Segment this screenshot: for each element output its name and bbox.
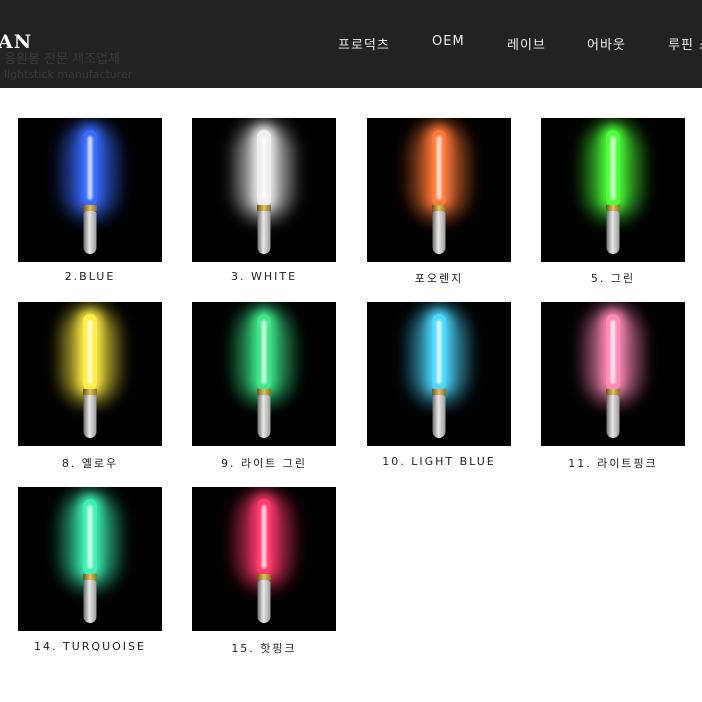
product-caption[interactable]: 5. 그린 — [528, 270, 698, 286]
top-navigation-bar: AN 응원봉 전문 제조업체 lightstick manufacturer 프… — [0, 0, 702, 88]
product-caption[interactable]: 3. WHITE — [179, 270, 349, 283]
product-image[interactable] — [192, 118, 336, 262]
product-image[interactable] — [18, 487, 162, 631]
product-caption[interactable]: 14. TURQUOISE — [5, 640, 175, 653]
lightstick-core — [261, 320, 267, 384]
faded-subtitle: lightstick manufacturer — [4, 68, 133, 81]
product-image[interactable] — [541, 302, 685, 446]
lightstick-handle — [432, 211, 446, 254]
lightstick-handle — [606, 211, 620, 254]
product-image[interactable] — [192, 487, 336, 631]
lightstick-handle — [257, 211, 271, 254]
lightstick-core — [87, 320, 93, 384]
lightstick-handle — [83, 395, 97, 438]
lightstick-core — [261, 136, 267, 200]
product-image[interactable] — [367, 302, 511, 446]
lightstick-core — [87, 505, 93, 569]
product-caption[interactable]: 9. 라이트 그린 — [179, 455, 349, 471]
lightstick-handle — [606, 395, 620, 438]
product-image[interactable] — [541, 118, 685, 262]
lightstick-handle — [257, 395, 271, 438]
product-caption[interactable]: 8. 옐로우 — [5, 455, 175, 471]
lightstick-core — [610, 320, 616, 384]
product-image[interactable] — [192, 302, 336, 446]
nav-rave[interactable]: 레이브 — [507, 34, 546, 53]
nav-oem[interactable]: OEM — [432, 34, 465, 49]
lightstick-core — [610, 136, 616, 200]
nav-lupin[interactable]: 루핀 스 — [668, 34, 702, 53]
lightstick-handle — [257, 580, 271, 623]
lightstick-handle — [432, 395, 446, 438]
product-caption[interactable]: 2.BLUE — [5, 270, 175, 283]
lightstick-handle — [83, 580, 97, 623]
product-image[interactable] — [367, 118, 511, 262]
product-caption[interactable]: 15. 핫핑크 — [179, 640, 349, 656]
product-image[interactable] — [18, 118, 162, 262]
product-caption[interactable]: 포오렌지 — [354, 270, 524, 286]
product-caption[interactable]: 11. 라이트핑크 — [528, 455, 698, 471]
lightstick-handle — [83, 211, 97, 254]
nav-about[interactable]: 어바웃 — [587, 34, 626, 53]
lightstick-core — [436, 320, 442, 384]
lightstick-core — [87, 136, 93, 200]
product-image[interactable] — [18, 302, 162, 446]
lightstick-core — [261, 505, 267, 569]
lightstick-core — [436, 136, 442, 200]
product-caption[interactable]: 10. LIGHT BLUE — [354, 455, 524, 468]
nav-products[interactable]: 프로덕츠 — [338, 34, 390, 53]
faded-tagline: 응원봉 전문 제조업체 — [4, 52, 120, 67]
